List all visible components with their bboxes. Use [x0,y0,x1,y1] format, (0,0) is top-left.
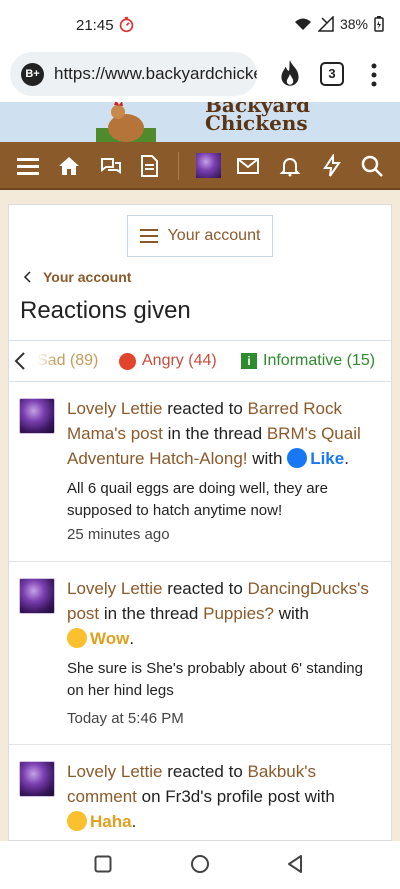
informative-icon: i [241,353,257,369]
user-link[interactable]: Lovely Lettie [67,399,162,418]
your-account-button[interactable]: Your account [127,215,273,257]
breadcrumb-link[interactable]: Your account [43,269,131,285]
address-bar[interactable]: B+ https://www.backyardchickens [10,52,257,96]
battery-icon [374,16,384,32]
list-item: Lovely Lettie reacted to Barred Rock Mam… [9,382,391,562]
url-text[interactable]: https://www.backyardchickens [54,64,257,84]
back-icon[interactable] [286,854,304,874]
site-badge-icon[interactable]: B+ [21,63,44,86]
reaction-summary: Lovely Lettie reacted to Bakbuk's commen… [67,762,335,831]
site-logo-text: Backyard Chickens [205,102,310,135]
chevron-left-icon [23,271,31,283]
reaction-label: Haha [90,812,132,831]
forums-icon[interactable] [99,154,123,178]
tab-switcher-button[interactable]: 3 [320,62,344,86]
system-navigation-bar [0,841,400,889]
reaction-summary: Lovely Lettie reacted to Barred Rock Mam… [67,399,361,468]
your-account-label: Your account [167,227,261,244]
list-item: Lovely Lettie reacted to Bakbuk's commen… [9,745,391,840]
post-snippet[interactable]: All 6 quail eggs are doing well, they ar… [67,478,379,522]
articles-icon[interactable] [137,154,161,178]
haha-icon [67,811,87,831]
with-text: with [252,449,283,468]
user-link[interactable]: Lovely Lettie [67,579,162,598]
timestamp: 25 minutes ago [67,526,170,543]
in-thread-text: in the thread [167,424,263,443]
bell-icon[interactable] [278,154,302,178]
page-title: Reactions given [20,297,191,324]
reaction-summary: Lovely Lettie reacted to DancingDucks's … [67,579,369,648]
user-link[interactable]: Lovely Lettie [67,762,162,781]
status-time: 21:45 [76,17,114,34]
site-navbar [0,142,400,190]
reaction-label: Wow [90,629,130,648]
tabs-scroll-left-icon[interactable] [13,351,27,371]
tab-angry-label: Angry (44) [142,352,217,369]
reacted-to-text: reacted to [167,579,243,598]
in-thread-text: in the thread [103,604,199,623]
reactions-card: Your account Your account Reactions give… [8,204,392,841]
breadcrumb[interactable]: Your account [23,269,131,285]
tab-sad[interactable]: Sad (89) [37,352,98,370]
avatar[interactable] [19,398,55,434]
tab-informative[interactable]: i Informative (15) [241,352,375,370]
more-menu-icon[interactable] [366,60,382,90]
list-item: Lovely Lettie reacted to DancingDucks's … [9,562,391,745]
recents-icon[interactable] [94,855,112,873]
logo-line-2: Chickens [205,111,308,135]
timestamp: Today at 5:46 PM [67,710,184,727]
like-icon [287,448,308,468]
wifi-icon [294,18,311,30]
site-banner[interactable]: Backyard Chickens [0,102,400,142]
search-icon[interactable] [360,154,384,178]
reacted-to-text: reacted to [167,399,243,418]
browser-toolbar: B+ https://www.backyardchickens 3 [0,50,400,102]
with-text: with [278,604,309,623]
home-icon[interactable] [57,154,81,178]
signal-icon [317,16,334,32]
on-profile-text: on Fr3d's profile post with [141,787,335,806]
fire-icon[interactable] [276,59,304,89]
chicken-logo-icon [96,102,156,142]
tab-informative-label: Informative (15) [263,352,376,369]
user-avatar[interactable] [196,153,221,178]
avatar[interactable] [19,761,55,797]
list-menu-icon [139,229,158,243]
nav-divider [178,152,179,180]
angry-emoji-icon [119,352,136,370]
thread-link[interactable]: Puppies? [203,604,274,623]
tab-angry[interactable]: Angry (44) [119,352,217,370]
inbox-icon[interactable] [236,154,260,178]
tab-sad-label: Sad (89) [37,352,99,369]
status-indicators: 38% [294,16,384,32]
avatar[interactable] [19,578,55,614]
home-nav-icon[interactable] [190,854,210,874]
whats-new-bolt-icon[interactable] [320,154,344,178]
post-snippet[interactable]: She sure is She's probably about 6' stan… [67,658,379,702]
reacted-to-text: reacted to [167,762,243,781]
status-bar: 21:45 38% [0,0,400,50]
timer-icon [119,16,134,33]
battery-percent: 38% [339,16,368,32]
reaction-tabs: Sad (89) Angry (44) i Informative (15) [9,340,391,382]
hamburger-menu-icon[interactable] [16,154,40,178]
reaction-label: Like [310,449,345,468]
wow-icon [67,628,87,648]
